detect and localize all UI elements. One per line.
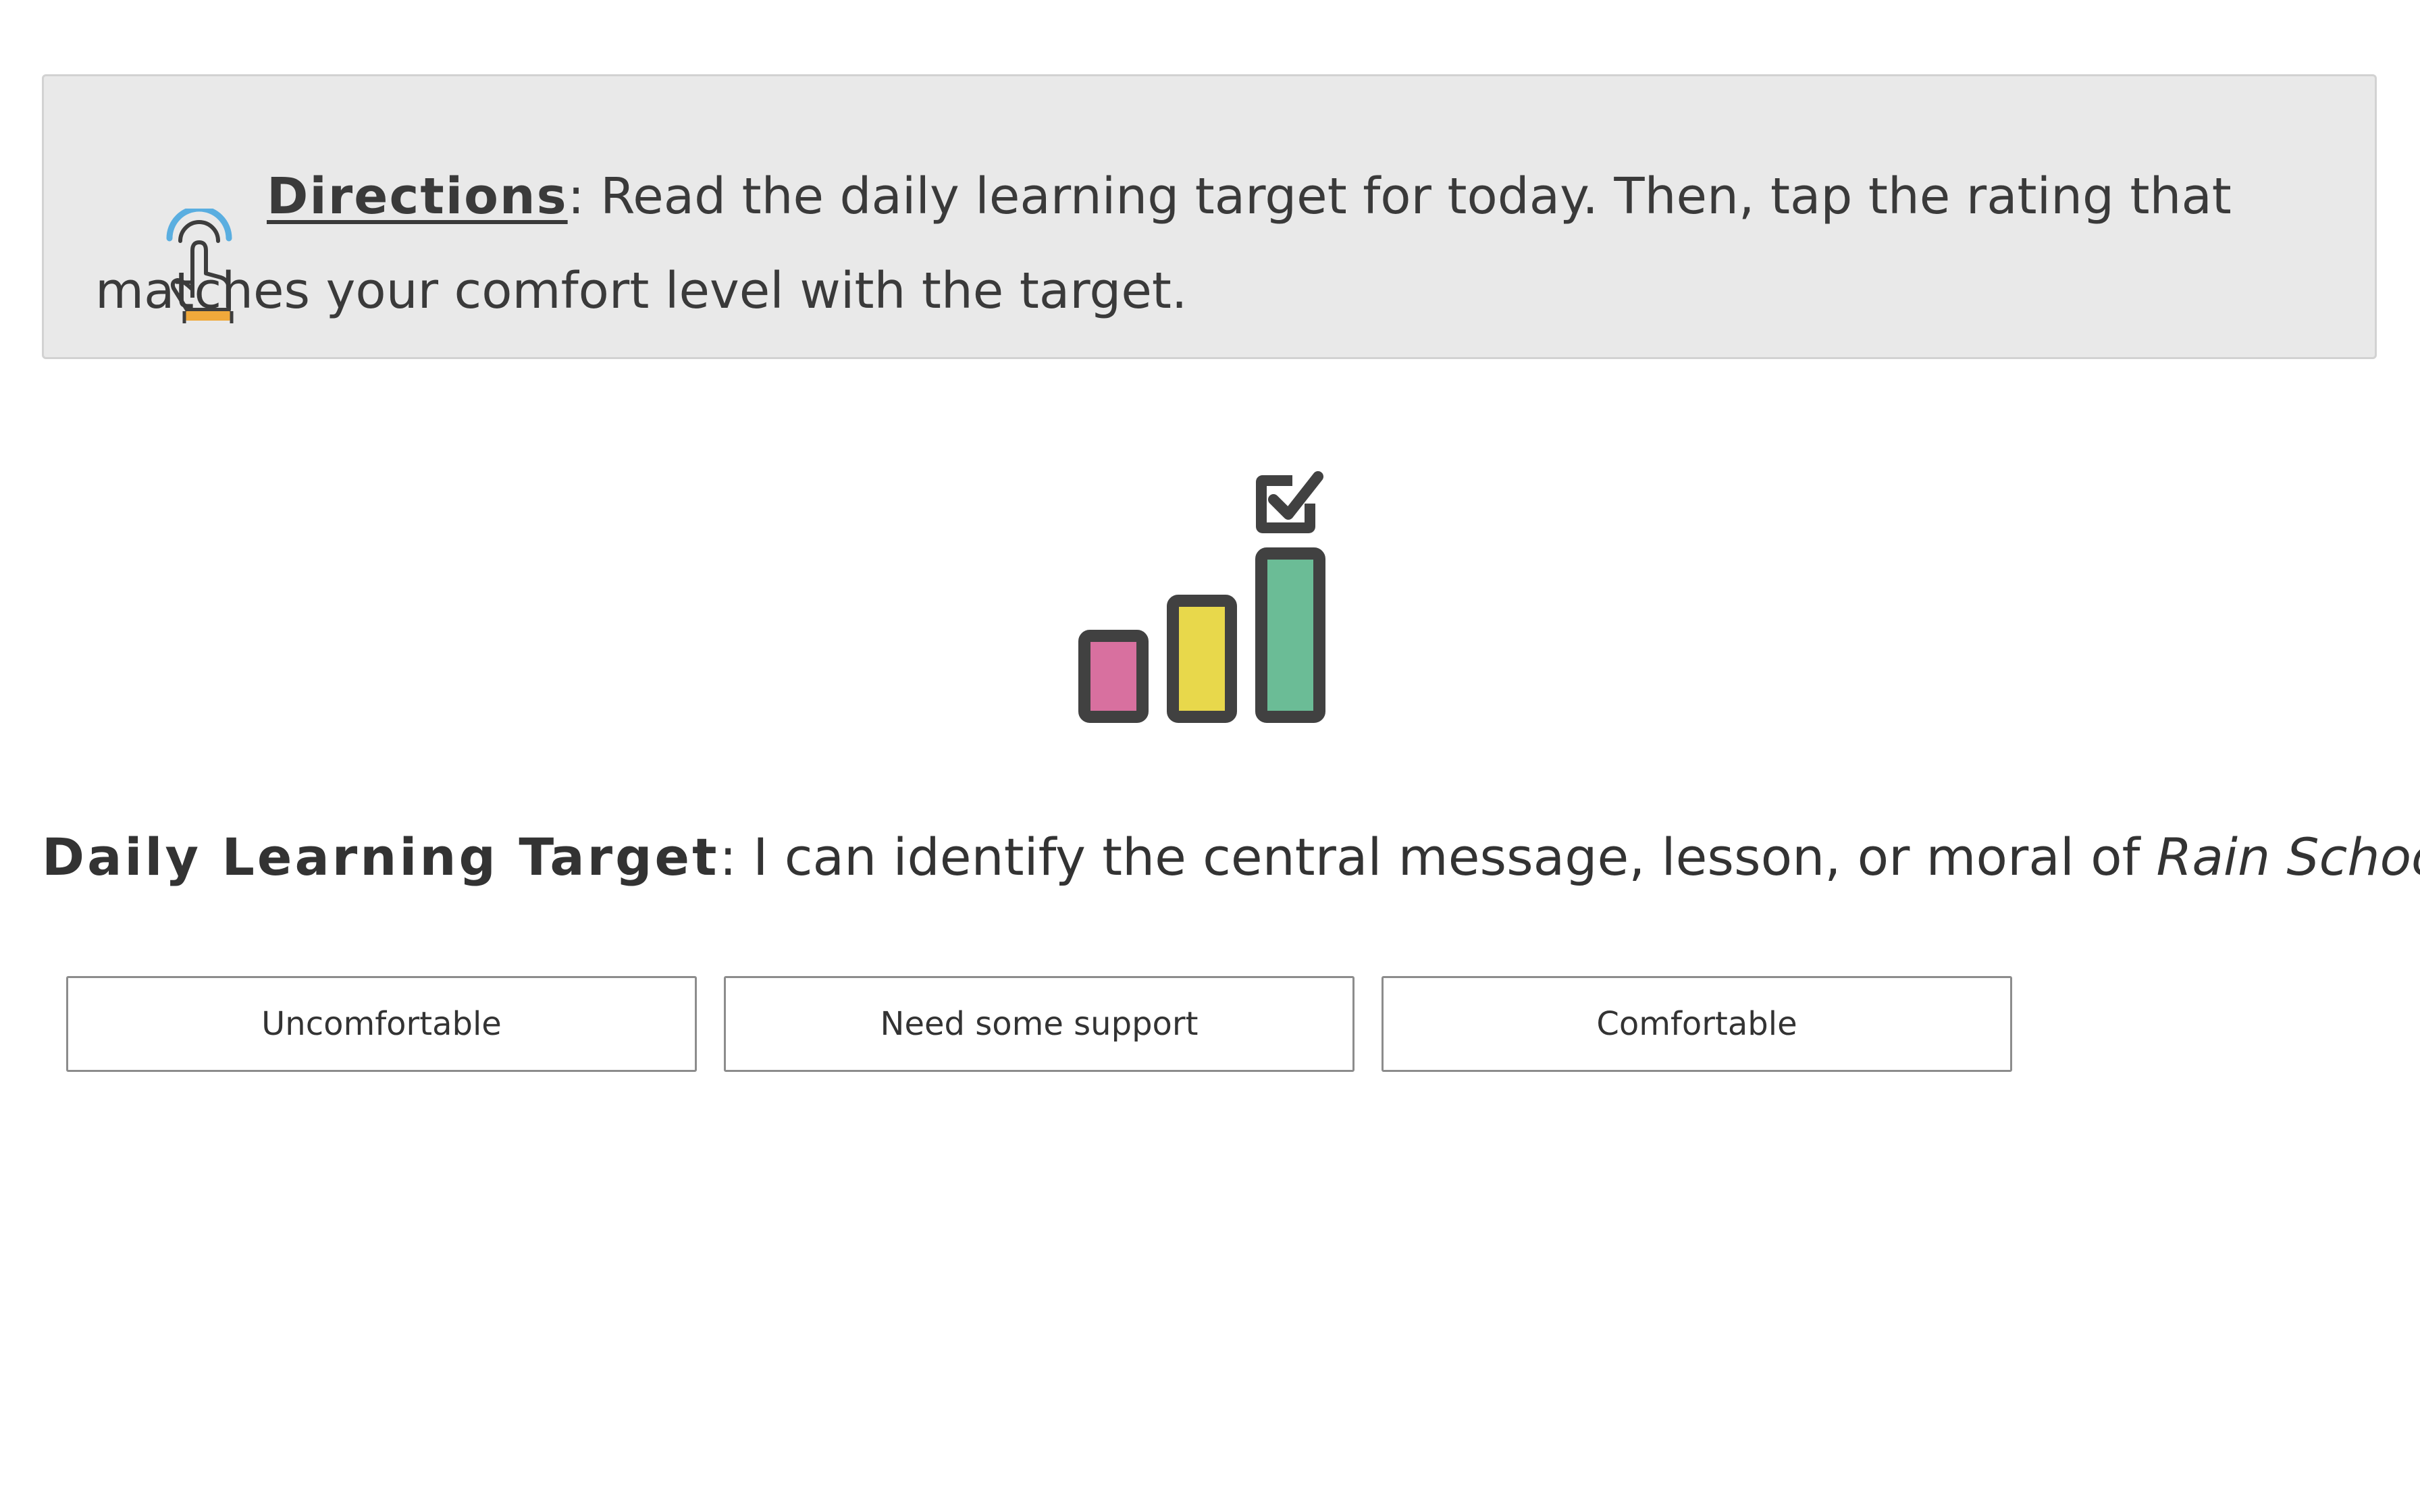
daily-learning-target: Daily Learning Target: I can identify th…: [42, 824, 2420, 891]
directions-label: Directions: [267, 167, 568, 225]
directions-panel: Directions: Read the daily learning targ…: [42, 74, 2377, 359]
rating-comfortable-button[interactable]: Comfortable: [1382, 976, 2012, 1072]
target-text: : I can identify the central message, le…: [719, 827, 2157, 887]
rating-need-support-button[interactable]: Need some support: [724, 976, 1354, 1072]
page: Directions: Read the daily learning targ…: [0, 0, 2420, 1512]
target-book-title: Rain School: [2156, 827, 2420, 887]
rating-bars-checkbox-icon: [1078, 471, 1325, 723]
rating-uncomfortable-button[interactable]: Uncomfortable: [66, 976, 697, 1072]
directions-text: Directions: Read the daily learning targ…: [95, 149, 2350, 338]
target-label: Daily Learning Target: [42, 827, 720, 887]
